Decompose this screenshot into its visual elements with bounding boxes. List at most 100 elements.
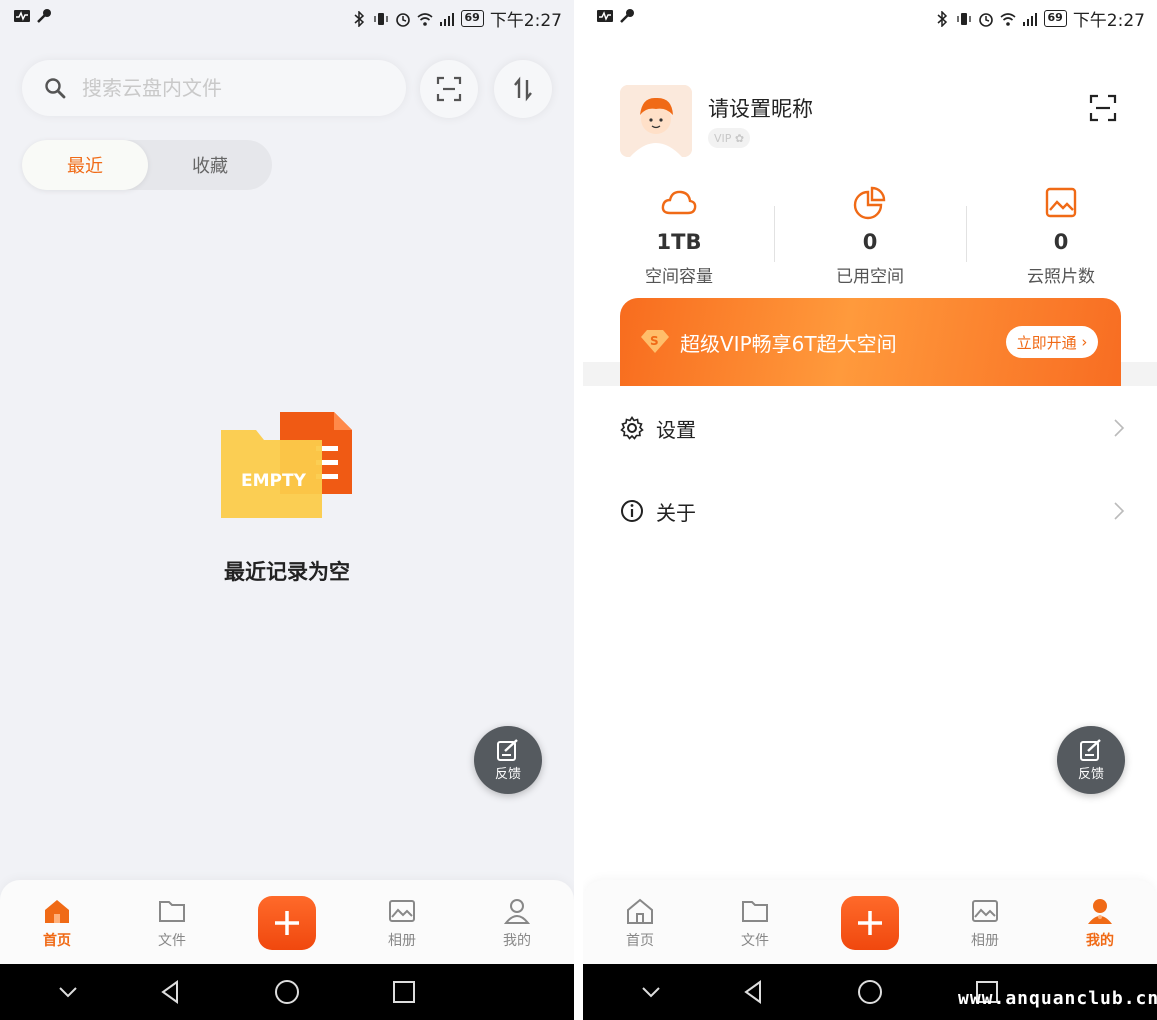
status-time: 下午2:27 <box>1072 11 1145 31</box>
svg-text:S: S <box>650 334 659 348</box>
menu-settings[interactable]: 设置 <box>583 398 1157 458</box>
watermark: www.anquanclub.cn <box>958 988 1157 1009</box>
signal-icon <box>439 12 454 26</box>
vibrate-icon <box>373 12 388 25</box>
back-icon[interactable] <box>157 978 185 1006</box>
home-circle-icon[interactable] <box>856 978 884 1006</box>
recent-favorites-switch: 最近 收藏 <box>22 140 272 190</box>
add-button[interactable] <box>258 896 316 950</box>
tab-me[interactable]: 我的 <box>1065 896 1135 950</box>
battery-level: 69 <box>1043 10 1067 27</box>
scan-icon[interactable] <box>1089 94 1117 122</box>
stat-capacity[interactable]: 1TB 空间容量 <box>614 186 744 287</box>
gear-small-icon: ✿ <box>734 131 745 145</box>
tab-album-label: 相册 <box>971 933 999 949</box>
bottom-tab-bar: 首页 文件 相册 我的 <box>583 880 1157 964</box>
gear-icon <box>620 416 644 440</box>
transfer-arrows-icon <box>514 76 532 102</box>
stat-capacity-label: 空间容量 <box>645 267 713 287</box>
feedback-button[interactable]: 反馈 <box>1057 726 1125 794</box>
empty-message: 最近记录为空 <box>224 560 350 584</box>
vibrate-icon <box>956 12 971 25</box>
avatar-illustration-icon <box>620 85 692 157</box>
tab-home[interactable]: 首页 <box>605 896 675 950</box>
key-icon <box>620 9 634 23</box>
search-bar[interactable] <box>22 60 406 116</box>
chevron-down-icon[interactable] <box>54 978 82 1006</box>
tab-files-label: 文件 <box>158 933 186 949</box>
folder-icon <box>159 901 185 922</box>
open-vip-label: 立即开通 <box>1016 333 1077 352</box>
stat-photos-value: 0 <box>1053 230 1069 254</box>
scan-icon <box>436 76 462 102</box>
transfer-button[interactable] <box>494 60 552 118</box>
status-bar: 69 下午2:27 <box>583 0 1157 36</box>
plus-icon <box>858 911 882 935</box>
user-icon <box>1088 899 1112 924</box>
stat-capacity-value: 1TB <box>656 230 702 254</box>
edit-note-icon <box>497 738 518 761</box>
home-circle-icon[interactable] <box>273 978 301 1006</box>
menu-about-label: 关于 <box>656 500 696 525</box>
profile-screen: 69 下午2:27 请设置昵称 VIP ✿ 1TB 空间容量 0 已用空间 0 … <box>583 0 1157 1020</box>
alarm-icon <box>978 12 993 27</box>
chevron-right-icon <box>1114 502 1125 520</box>
wifi-icon <box>416 12 433 26</box>
status-time: 下午2:27 <box>489 11 562 31</box>
stat-used[interactable]: 0 已用空间 <box>805 186 935 287</box>
info-icon <box>621 500 643 522</box>
tab-album-label: 相册 <box>388 933 416 949</box>
avatar[interactable] <box>620 85 692 157</box>
chevron-down-icon[interactable] <box>637 978 665 1006</box>
bottom-tab-bar: 首页 文件 相册 我的 <box>0 880 574 964</box>
menu-about[interactable]: 关于 <box>583 481 1157 541</box>
cloud-icon <box>661 190 697 215</box>
feedback-label: 反馈 <box>494 766 521 782</box>
search-icon <box>45 78 66 99</box>
folder-icon <box>742 901 768 922</box>
image-icon <box>1045 187 1077 218</box>
tab-home[interactable]: 首页 <box>22 896 92 950</box>
chevron-right-icon: › <box>1081 333 1088 351</box>
tab-files[interactable]: 文件 <box>720 896 790 950</box>
tab-album[interactable]: 相册 <box>367 896 437 950</box>
vip-banner[interactable]: S 超级VIP畅享6T超大空间 立即开通 › <box>620 298 1121 386</box>
tab-recent[interactable]: 最近 <box>22 140 148 190</box>
tab-me-label: 我的 <box>1086 933 1114 949</box>
scan-button[interactable] <box>420 60 478 118</box>
stat-photos[interactable]: 0 云照片数 <box>996 186 1126 287</box>
key-icon <box>37 9 51 23</box>
bluetooth-icon <box>937 10 947 27</box>
empty-folder-illustration: EMPTY <box>221 412 352 518</box>
tab-files[interactable]: 文件 <box>137 896 207 950</box>
diamond-vip-icon: S <box>641 330 669 353</box>
album-icon <box>389 900 415 922</box>
recents-icon[interactable] <box>390 978 418 1006</box>
vip-banner-text: 超级VIP畅享6T超大空间 <box>680 332 897 356</box>
tab-me[interactable]: 我的 <box>482 896 552 950</box>
stat-used-value: 0 <box>862 230 878 254</box>
feedback-button[interactable]: 反馈 <box>474 726 542 794</box>
empty-label: EMPTY <box>241 471 307 491</box>
vip-badge-label: VIP <box>713 131 732 145</box>
wifi-icon <box>999 12 1016 26</box>
back-icon[interactable] <box>740 978 768 1006</box>
album-icon <box>972 900 998 922</box>
add-button[interactable] <box>841 896 899 950</box>
system-nav-bar <box>0 964 574 1020</box>
search-input[interactable] <box>80 75 380 101</box>
nickname[interactable]: 请设置昵称 <box>708 93 813 123</box>
plus-icon <box>275 911 299 935</box>
edit-note-icon <box>1080 738 1101 761</box>
stat-used-label: 已用空间 <box>836 267 904 287</box>
tab-album[interactable]: 相册 <box>950 896 1020 950</box>
home-screen: 69 下午2:27 最近 收藏 EMPTY 最近记录为空 反馈 首页 <box>0 0 574 1020</box>
user-icon <box>503 899 531 924</box>
feedback-label: 反馈 <box>1077 766 1104 782</box>
tab-favorites[interactable]: 收藏 <box>148 140 272 190</box>
stat-photos-label: 云照片数 <box>1027 267 1095 287</box>
home-icon <box>45 900 69 923</box>
pie-chart-icon <box>853 186 886 220</box>
open-vip-button[interactable]: 立即开通 › <box>1006 326 1098 358</box>
bluetooth-icon <box>354 10 364 27</box>
